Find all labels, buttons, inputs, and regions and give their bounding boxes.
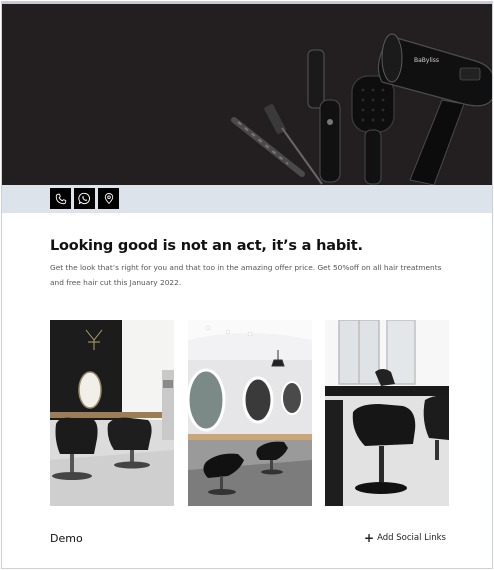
- phone-icon: [55, 193, 66, 204]
- tool-brand-label: BaByliss: [414, 57, 439, 64]
- profile-name: Demo: [50, 532, 83, 545]
- gallery-image-2[interactable]: [188, 320, 312, 506]
- page-headline: Looking good is not an act, it’s a habit…: [50, 238, 363, 254]
- flat-iron-image: [307, 49, 341, 183]
- curling-iron-image: [231, 117, 305, 177]
- add-social-links-button[interactable]: + Add Social Links: [364, 531, 446, 545]
- salon-wash-station-image: [325, 320, 449, 506]
- whatsapp-icon: [78, 192, 90, 205]
- page-description: Get the look that’s right for you and th…: [50, 263, 442, 287]
- profile-page: BaByliss Looking good is not an act, it’…: [1, 1, 493, 569]
- gallery-image-3[interactable]: [325, 320, 449, 506]
- location-pin-icon: [104, 193, 113, 204]
- whatsapp-button[interactable]: [74, 188, 95, 209]
- paddle-brush-image: [351, 75, 395, 185]
- add-social-links-label: Add Social Links: [377, 533, 446, 543]
- plus-icon: +: [364, 531, 375, 545]
- hair-tools-illustration: BaByliss: [231, 33, 492, 185]
- hair-dryer-image: BaByliss: [377, 33, 492, 185]
- salon-chairs-mirror-image: [50, 320, 174, 506]
- gallery-image-1[interactable]: [50, 320, 174, 506]
- contact-bar: [2, 185, 492, 213]
- salon-round-mirrors-image: [188, 320, 312, 506]
- phone-button[interactable]: [50, 188, 71, 209]
- hero-banner: BaByliss: [2, 4, 492, 185]
- comb-image: [264, 104, 323, 185]
- location-button[interactable]: [98, 188, 119, 209]
